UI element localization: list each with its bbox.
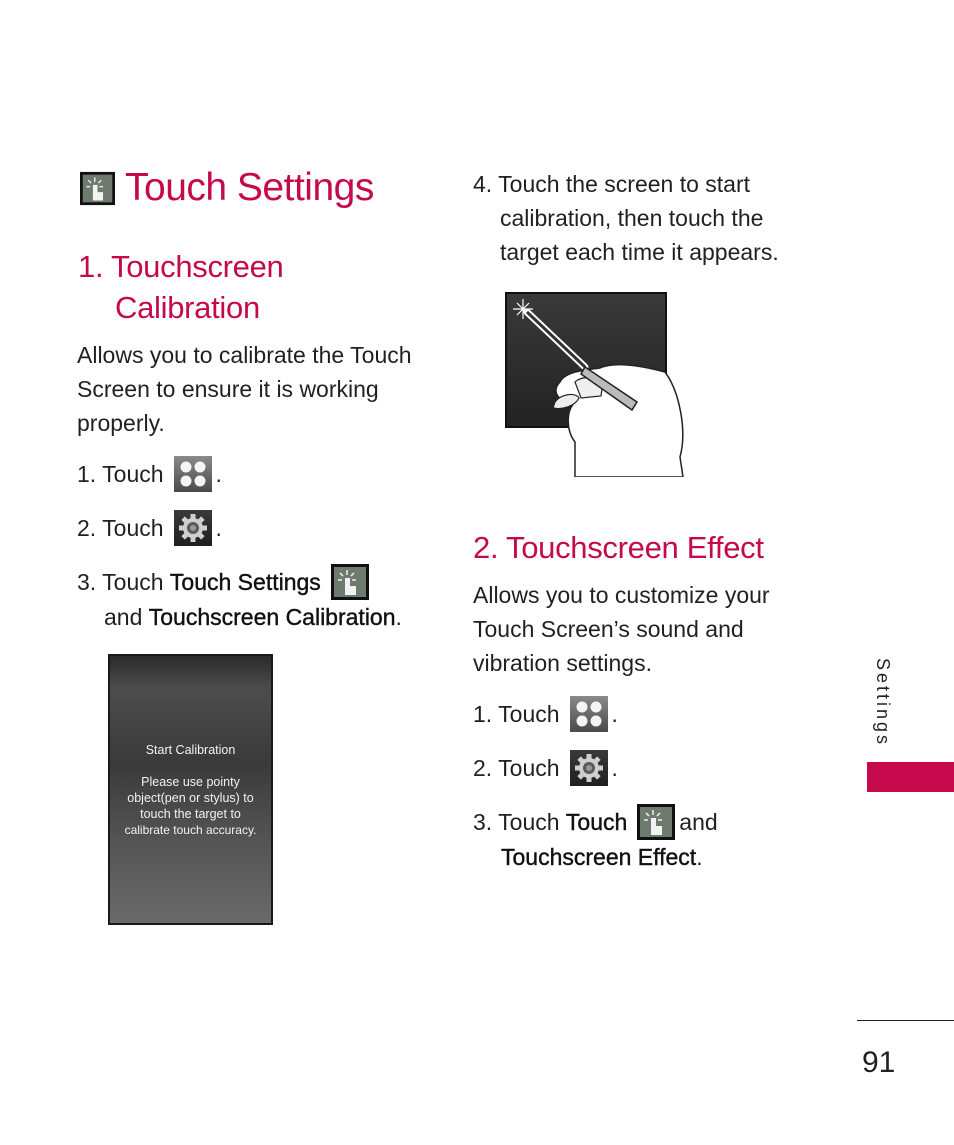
step4-line: target each time it appears.	[500, 239, 779, 265]
calibration-description: Allows you to calibrate the Touch Screen…	[77, 342, 412, 436]
screenshot-line: Please use pointy	[141, 775, 240, 789]
step-bold-touchscreen-effect: Touchscreen Effect	[501, 844, 697, 870]
step4-line: calibration, then touch the	[500, 205, 764, 231]
step-text: and	[679, 809, 718, 835]
step-text: 2. Touch	[77, 515, 164, 541]
calibration-step-1: 1. Touch .	[77, 456, 222, 492]
side-tab-label: Settings	[873, 658, 893, 748]
calibration-step-3-line2: and Touchscreen Calibration.	[104, 600, 402, 634]
hand-stylus-illustration	[505, 292, 684, 477]
calibration-step-4: 4. Touch the screen to start calibration…	[473, 167, 779, 269]
menu-grid-icon	[174, 456, 212, 492]
step-suffix: .	[611, 701, 618, 727]
step4-line: 4. Touch the screen to start	[473, 171, 751, 197]
step-text: 2. Touch	[473, 755, 560, 781]
step-suffix: .	[611, 755, 618, 781]
section-heading-calibration: 1. Touchscreen Calibration	[78, 246, 284, 328]
gear-settings-icon	[570, 750, 608, 786]
calibration-step-3: 3. Touch Touch Settings	[77, 564, 373, 600]
step-bold-touch-settings: Touch Settings	[169, 569, 321, 595]
touch-settings-icon	[637, 804, 675, 840]
step-bold-touchscreen-calibration: Touchscreen Calibration	[148, 604, 396, 630]
heading-line2: Calibration	[115, 290, 260, 325]
page-title: Touch Settings	[80, 166, 374, 210]
calibration-step-2: 2. Touch .	[77, 510, 222, 546]
screenshot-line: calibrate touch accuracy.	[124, 823, 257, 837]
effect-step-3-line2: Touchscreen Effect.	[501, 840, 703, 874]
step-suffix: .	[395, 604, 402, 630]
side-tab-marker	[867, 762, 954, 792]
page-number: 91	[862, 1046, 896, 1079]
footer-divider	[857, 1020, 954, 1021]
step-suffix: .	[215, 461, 222, 487]
step-text: 1. Touch	[77, 461, 164, 487]
step-suffix: .	[215, 515, 222, 541]
menu-grid-icon	[570, 696, 608, 732]
effect-description: Allows you to customize your Touch Scree…	[473, 582, 770, 676]
touch-settings-icon	[331, 564, 369, 600]
screenshot-line: object(pen or stylus) to	[127, 791, 254, 805]
calibration-screenshot: Start Calibration Please use pointy obje…	[108, 654, 273, 925]
step-text: 1. Touch	[473, 701, 560, 727]
step-text: 3. Touch	[473, 809, 560, 835]
page-title-text: Touch Settings	[125, 166, 374, 209]
effect-step-3: 3. Touch Touch and	[473, 804, 718, 840]
section-heading-effect: 2. Touchscreen Effect	[473, 530, 764, 565]
step-text: and	[104, 604, 143, 630]
step-suffix: .	[696, 844, 703, 870]
effect-step-2: 2. Touch .	[473, 750, 618, 786]
screenshot-line: touch the target to	[140, 807, 241, 821]
heading-line1: Touchscreen	[111, 249, 284, 284]
effect-step-1: 1. Touch .	[473, 696, 618, 732]
step-text: 3. Touch	[77, 569, 164, 595]
step-bold-touch: Touch	[565, 809, 628, 835]
touch-settings-icon	[80, 171, 115, 206]
gear-settings-icon	[174, 510, 212, 546]
screenshot-heading: Start Calibration	[145, 743, 236, 757]
heading-number: 1.	[78, 249, 104, 284]
